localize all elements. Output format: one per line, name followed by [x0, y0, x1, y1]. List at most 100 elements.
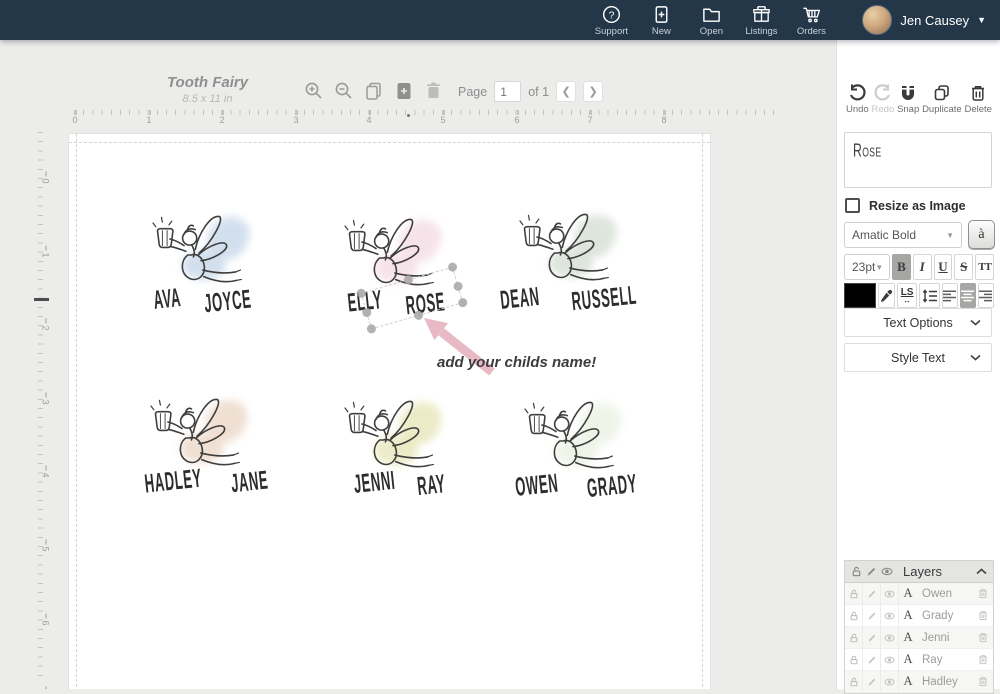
eye-icon[interactable]: [881, 605, 899, 626]
eye-icon[interactable]: [881, 649, 899, 670]
layer-name: Owen: [917, 588, 973, 600]
underline-button[interactable]: U: [934, 254, 953, 280]
align-center-button[interactable]: [960, 283, 976, 308]
zoom-out-button[interactable]: [333, 80, 354, 101]
resize-as-image-row: Resize as Image: [845, 198, 966, 213]
lock-icon[interactable]: [845, 627, 863, 648]
align-right-button[interactable]: [978, 283, 994, 308]
layer-name: Ray: [917, 654, 973, 666]
trash-icon[interactable]: [973, 654, 993, 665]
layer-row[interactable]: A Ray: [845, 649, 993, 671]
text-color-swatch[interactable]: [844, 283, 876, 308]
eye-icon[interactable]: [881, 627, 899, 648]
selection-handle[interactable]: [447, 262, 458, 273]
text-value: Rose: [853, 140, 947, 162]
italic-button[interactable]: I: [913, 254, 932, 280]
copy-page-button[interactable]: [363, 80, 384, 101]
eye-icon[interactable]: [881, 583, 899, 604]
trash-icon[interactable]: [973, 588, 993, 599]
lock-icon[interactable]: [845, 649, 863, 670]
open-folder-icon: [701, 4, 722, 25]
nav-orders[interactable]: Orders: [786, 4, 836, 37]
lock-icon[interactable]: [845, 583, 863, 604]
undo-button[interactable]: Undo: [846, 84, 869, 115]
edit-toolbar: Undo Redo Snap Duplicate Delete: [837, 84, 1000, 115]
ruler-number: 3: [293, 115, 298, 125]
special-characters-button[interactable]: à: [968, 220, 995, 249]
layers-panel-header[interactable]: Layers: [845, 561, 993, 583]
nav-support[interactable]: ? Support: [586, 4, 636, 37]
letter-spacing-button[interactable]: LS ↔: [897, 283, 917, 308]
avatar: [862, 5, 892, 35]
text-layer-type-icon: A: [899, 586, 917, 601]
fairy-design-element[interactable]: DEAN RUSSELL: [487, 210, 657, 328]
strikethrough-button[interactable]: S: [954, 254, 973, 280]
horizontal-ruler: 012345678: [62, 110, 822, 130]
user-menu[interactable]: Jen Causey ▼: [862, 5, 986, 35]
ruler-number: 4: [41, 472, 51, 477]
ruler-number: 2: [219, 115, 224, 125]
chevron-up-icon[interactable]: [976, 568, 987, 575]
trash-icon[interactable]: [973, 632, 993, 643]
chevron-down-icon: ▼: [875, 263, 883, 272]
previous-page-button[interactable]: ❮: [556, 81, 576, 102]
add-page-button[interactable]: [393, 80, 414, 101]
text-layer-type-icon: A: [899, 630, 917, 645]
trash-icon[interactable]: [973, 676, 993, 687]
pencil-icon[interactable]: [866, 566, 877, 577]
ruler-number: 6: [514, 115, 519, 125]
nav-new[interactable]: New: [636, 4, 686, 37]
layer-row[interactable]: A Jenni: [845, 627, 993, 649]
document-header: Tooth Fairy 8.5 x 11 in: [130, 74, 285, 105]
text-options-panel-toggle[interactable]: Text Options: [844, 308, 992, 337]
line-spacing-button[interactable]: [919, 283, 939, 308]
text-layer-type-icon: A: [899, 674, 917, 689]
lock-icon[interactable]: [845, 605, 863, 626]
bold-button[interactable]: B: [892, 254, 911, 280]
layer-row[interactable]: A Grady: [845, 605, 993, 627]
delete-page-button[interactable]: [423, 80, 444, 101]
pencil-icon[interactable]: [863, 605, 881, 626]
eye-icon[interactable]: [881, 566, 893, 577]
resize-as-image-checkbox[interactable]: [845, 198, 860, 213]
top-bar: ? Support New Open Listings Orders Jen C…: [0, 0, 1000, 40]
page-total: of 1: [528, 85, 549, 99]
fairy-design-element[interactable]: OWEN GRADY: [492, 398, 662, 516]
font-size-select[interactable]: 23pt ▼: [844, 254, 890, 280]
align-left-button[interactable]: [942, 283, 958, 308]
support-icon: ?: [601, 4, 622, 25]
font-family-select[interactable]: Amatic Bold ▼: [844, 222, 962, 248]
uppercase-button[interactable]: TT: [975, 254, 994, 280]
pencil-icon[interactable]: [863, 649, 881, 670]
delete-button[interactable]: Delete: [964, 84, 991, 115]
annotation-text: add your childs name!: [437, 354, 596, 371]
selection-handle[interactable]: [366, 323, 377, 334]
next-page-button[interactable]: ❯: [583, 81, 603, 102]
fairy-design-element[interactable]: AVA JOYCE: [120, 212, 290, 330]
nav-listings[interactable]: Listings: [736, 4, 786, 37]
font-format-row: 23pt ▼ B I U S TT: [844, 254, 994, 280]
nav-orders-label: Orders: [797, 26, 826, 37]
duplicate-button[interactable]: Duplicate: [922, 84, 962, 115]
ruler-number: 0: [72, 115, 77, 125]
snap-button[interactable]: Snap: [897, 84, 919, 115]
layer-row[interactable]: A Owen: [845, 583, 993, 605]
margin-guide: [69, 142, 710, 143]
redo-button[interactable]: Redo: [872, 84, 895, 115]
canvas-toolbar: [303, 80, 444, 101]
page-number-input[interactable]: [494, 81, 521, 102]
fairy-design-element[interactable]: HADLEY JANE: [118, 395, 288, 513]
eyedropper-button[interactable]: [878, 283, 895, 308]
color-align-row: LS ↔: [844, 283, 994, 308]
layer-row[interactable]: A Hadley: [845, 671, 993, 693]
pencil-icon[interactable]: [863, 627, 881, 648]
text-edit-field[interactable]: Rose: [844, 132, 992, 188]
style-text-panel-toggle[interactable]: Style Text: [844, 343, 992, 372]
zoom-in-button[interactable]: [303, 80, 324, 101]
nav-open[interactable]: Open: [686, 4, 736, 37]
ruler-number: 6: [41, 620, 51, 625]
pencil-icon[interactable]: [863, 583, 881, 604]
lock-icon[interactable]: [851, 566, 862, 577]
fairy-design-element[interactable]: JENNI RAY: [312, 397, 482, 515]
trash-icon[interactable]: [973, 610, 993, 621]
